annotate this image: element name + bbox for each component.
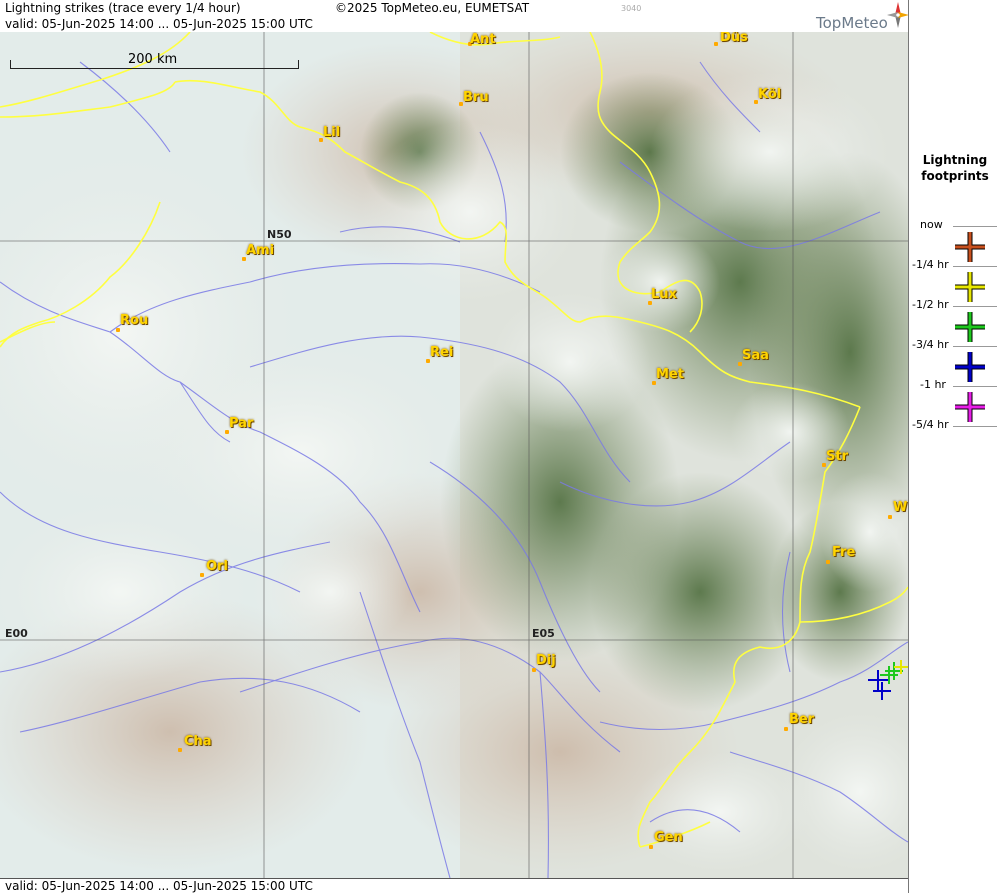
image-code: 3040 <box>621 4 642 13</box>
grid-label-e00: E00 <box>5 627 28 640</box>
compass-logo-icon <box>887 2 909 28</box>
city-dot <box>532 668 536 672</box>
city-label-strasbourg: Str <box>826 449 848 464</box>
satellite-map-image <box>0 32 908 878</box>
city-label-metz: Met <box>656 367 684 382</box>
city-label-paris: Par <box>229 416 254 431</box>
city-label-brussels: Bru <box>463 90 489 105</box>
city-label-lille: Lil <box>323 125 341 140</box>
city-label-freiburg: Fre <box>832 545 856 560</box>
legend-marker-three-quarter-hr-icon <box>955 312 985 342</box>
city-label-dijon: Dij <box>536 653 556 668</box>
grid-label-e05: E05 <box>532 627 555 640</box>
map-header: Lightning strikes (trace every 1/4 hour)… <box>0 0 909 33</box>
city-label-reims: Rei <box>430 345 454 360</box>
legend-divider <box>953 386 997 387</box>
map-footer: valid: 05-Jun-2025 14:00 ... 05-Jun-2025… <box>0 878 908 894</box>
city-label-geneva: Gen <box>654 830 683 845</box>
legend-title-line2: footprints <box>921 169 989 183</box>
city-dot <box>888 515 892 519</box>
city-dot <box>178 748 182 752</box>
scale-bar-label: 200 km <box>128 52 178 67</box>
legend-label-five-quarter-hr: -5/4 hr <box>912 418 949 431</box>
valid-time: valid: 05-Jun-2025 14:00 ... 05-Jun-2025… <box>5 17 313 31</box>
legend-panel: Lightning footprints now -1/4 hr -1/2 hr… <box>908 0 1000 893</box>
city-label-dusseldorf: Düs <box>720 32 748 45</box>
legend-marker-half-hr-icon <box>955 272 985 302</box>
city-dot <box>649 845 653 849</box>
city-dot <box>200 573 204 577</box>
city-label-antwerp: Ant <box>470 32 496 47</box>
legend-title-line1: Lightning <box>922 153 988 167</box>
city-dot <box>826 560 830 564</box>
grid-label-n50: N50 <box>267 228 292 241</box>
city-label-koln: Köl <box>758 87 782 102</box>
city-dot <box>714 42 718 46</box>
city-dot <box>784 727 788 731</box>
legend-divider <box>953 346 997 347</box>
copyright: ©2025 TopMeteo.eu, EUMETSAT <box>335 1 530 15</box>
city-label-saarbrucken: Saa <box>742 348 769 363</box>
legend-label-now: now <box>920 218 943 231</box>
legend-label-quarter-hr: -1/4 hr <box>912 258 949 271</box>
legend-divider <box>953 306 997 307</box>
city-label-rouen: Rou <box>120 313 149 328</box>
city-dot <box>116 328 120 332</box>
legend-marker-five-quarter-hr-icon <box>955 392 985 422</box>
legend-label-one-hr: -1 hr <box>920 378 946 391</box>
satellite-map[interactable]: 200 km N50 E00 E05 Ant Düs Bru Köl Lil A… <box>0 32 908 878</box>
legend-divider <box>953 266 997 267</box>
topmeteo-logo[interactable]: TopMeteo <box>816 14 888 32</box>
map-title: Lightning strikes (trace every 1/4 hour) <box>5 1 241 15</box>
city-label-w: W <box>893 500 908 515</box>
legend-label-half-hr: -1/2 hr <box>912 298 949 311</box>
legend-marker-quarter-hr-icon <box>955 232 985 262</box>
city-label-luxembourg: Lux <box>651 287 677 302</box>
city-label-chateauroux: Cha <box>184 734 212 749</box>
city-label-amiens: Ami <box>246 243 275 258</box>
legend-label-three-quarter-hr: -3/4 hr <box>912 338 949 351</box>
lightning-strikes-cluster <box>868 660 908 700</box>
legend-marker-one-hr-icon <box>955 352 985 382</box>
legend-divider <box>953 226 997 227</box>
legend-divider <box>953 426 997 427</box>
city-label-orleans: Orl <box>206 559 228 574</box>
city-label-bern: Ber <box>789 712 815 727</box>
footer-valid-time: valid: 05-Jun-2025 14:00 ... 05-Jun-2025… <box>5 879 313 893</box>
